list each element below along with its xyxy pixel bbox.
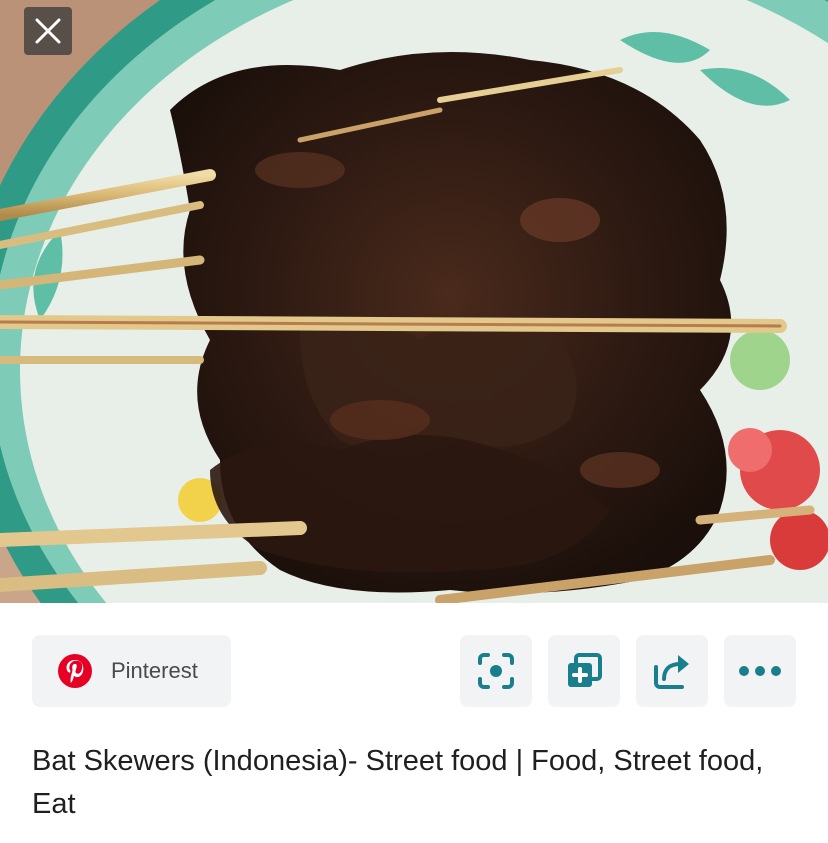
lens-button[interactable] (460, 635, 532, 707)
result-image[interactable] (0, 0, 828, 603)
source-chip[interactable]: Pinterest (32, 635, 231, 707)
result-title[interactable]: Bat Skewers (Indonesia)- Street food | F… (32, 740, 796, 826)
source-name: Pinterest (111, 658, 198, 683)
save-to-collection-button[interactable] (548, 635, 620, 707)
action-bar: Pinterest (0, 635, 828, 707)
lens-scan-icon (478, 653, 514, 689)
pinterest-logo-icon (58, 654, 92, 688)
share-button[interactable] (636, 635, 708, 707)
image-viewer-page: Pinterest Bat Skewers (Indonesia)- Stree… (0, 0, 828, 843)
share-arrow-icon (654, 655, 689, 689)
close-button[interactable] (24, 7, 72, 55)
close-icon (35, 18, 61, 44)
add-to-collection-icon (568, 653, 602, 687)
more-dots-icon (739, 666, 781, 676)
bat-skewers-photo (0, 0, 828, 603)
more-options-button[interactable] (724, 635, 796, 707)
